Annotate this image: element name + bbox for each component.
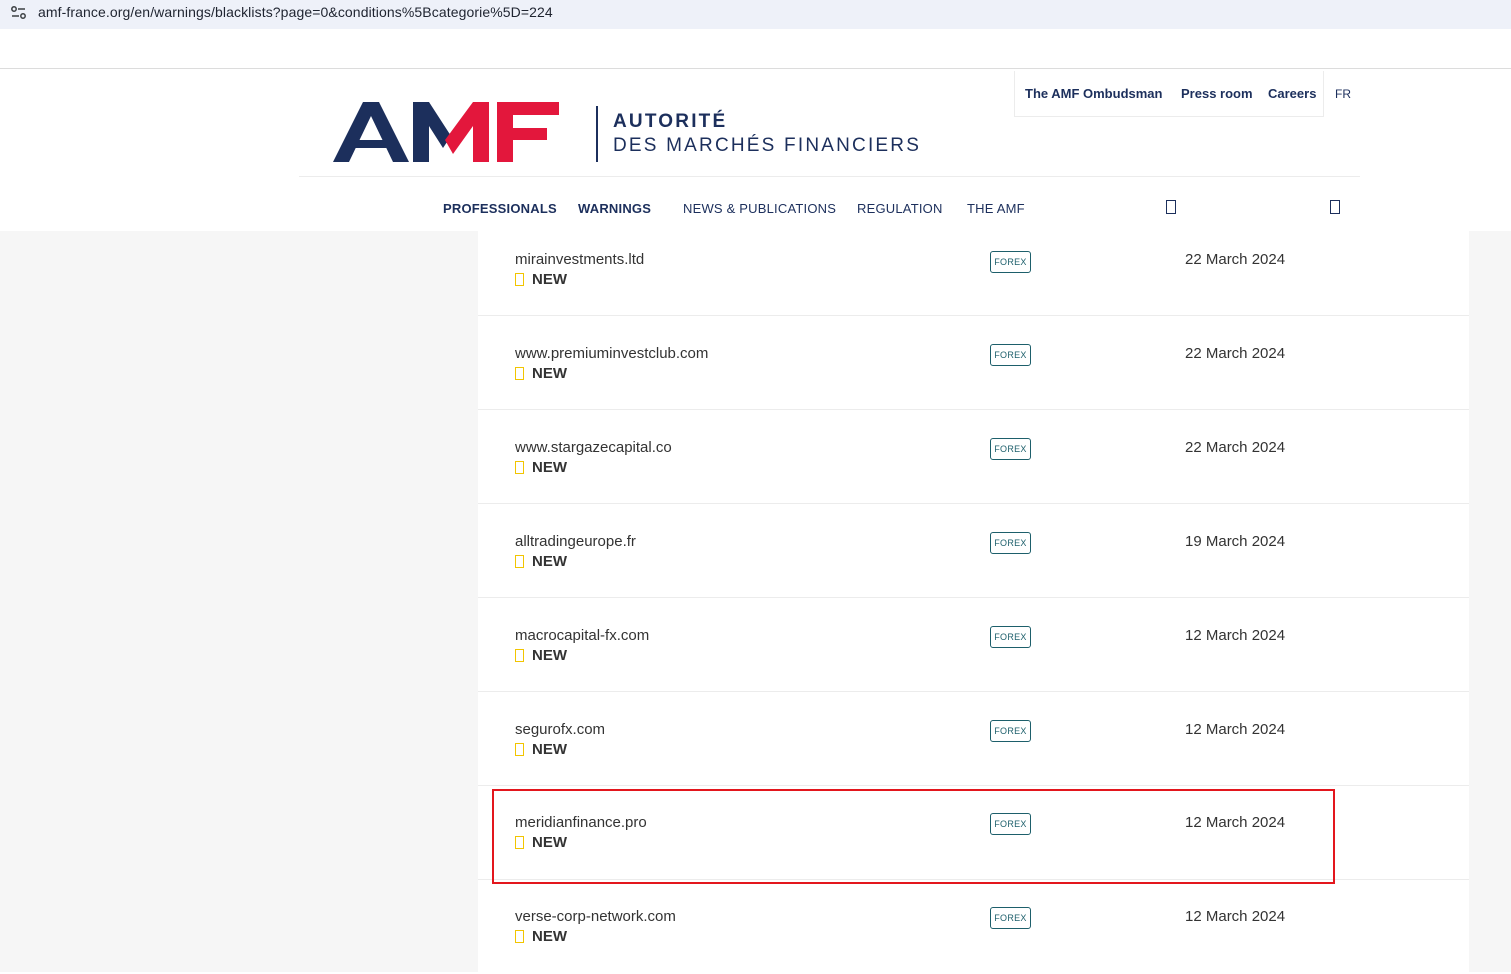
logo-separator xyxy=(596,106,598,162)
list-item[interactable]: www.premiuminvestclub.com NEW FOREX 22 M… xyxy=(478,316,1469,410)
list-item-name[interactable]: macrocapital-fx.com xyxy=(515,627,649,644)
list-item-date: 19 March 2024 xyxy=(1185,533,1286,550)
new-badge: NEW xyxy=(532,928,567,945)
category-tag: FOREX xyxy=(990,720,1031,742)
browser-toolbar-gap xyxy=(0,29,1511,69)
new-badge: NEW xyxy=(532,459,567,476)
list-item-name[interactable]: alltradingeurope.fr xyxy=(515,533,636,550)
top-link-press-room[interactable]: Press room xyxy=(1181,86,1253,101)
new-badge: NEW xyxy=(532,647,567,664)
list-item-name[interactable]: mirainvestments.ltd xyxy=(515,251,644,268)
top-link-careers[interactable]: Careers xyxy=(1268,86,1316,101)
new-badge: NEW xyxy=(532,741,567,758)
language-switch[interactable]: FR xyxy=(1335,87,1351,101)
nav-regulation[interactable]: REGULATION xyxy=(857,201,943,216)
amf-logo[interactable] xyxy=(333,100,561,162)
header-divider xyxy=(299,176,1360,177)
new-flag-icon xyxy=(515,649,524,662)
list-item[interactable]: www.stargazecapital.co NEW FOREX 22 Marc… xyxy=(478,410,1469,504)
browser-address-bar[interactable]: amf-france.org/en/warnings/blacklists?pa… xyxy=(0,0,1511,29)
category-tag: FOREX xyxy=(990,626,1031,648)
top-link-ombudsman[interactable]: The AMF Ombudsman xyxy=(1025,86,1162,101)
list-item[interactable]: segurofx.com NEW FOREX 12 March 2024 xyxy=(478,692,1469,786)
list-item-name[interactable]: verse-corp-network.com xyxy=(515,908,676,925)
menu-icon[interactable] xyxy=(1330,200,1340,214)
logo-text-marches: DES MARCHÉS FINANCIERS xyxy=(613,135,922,156)
category-tag: FOREX xyxy=(990,532,1031,554)
url-text[interactable]: amf-france.org/en/warnings/blacklists?pa… xyxy=(38,4,553,20)
list-item-name[interactable]: www.premiuminvestclub.com xyxy=(515,345,708,362)
list-item[interactable]: alltradingeurope.fr NEW FOREX 19 March 2… xyxy=(478,504,1469,598)
list-item[interactable]: macrocapital-fx.com NEW FOREX 12 March 2… xyxy=(478,598,1469,692)
new-flag-icon xyxy=(515,743,524,756)
list-item-date: 22 March 2024 xyxy=(1185,439,1286,456)
list-item-date: 22 March 2024 xyxy=(1185,345,1286,362)
nav-news-publications[interactable]: NEWS & PUBLICATIONS xyxy=(683,201,836,216)
new-flag-icon xyxy=(515,461,524,474)
new-flag-icon xyxy=(515,273,524,286)
left-sidebar-area xyxy=(0,231,478,972)
list-item[interactable]: verse-corp-network.com NEW FOREX 12 Marc… xyxy=(478,880,1469,974)
list-item[interactable]: mirainvestments.ltd NEW FOREX 22 March 2… xyxy=(478,222,1469,316)
new-badge: NEW xyxy=(532,271,567,288)
new-flag-icon xyxy=(515,367,524,380)
category-tag: FOREX xyxy=(990,907,1031,929)
right-margin-area xyxy=(1469,231,1511,972)
site-settings-icon[interactable] xyxy=(10,5,28,21)
list-item-name[interactable]: segurofx.com xyxy=(515,721,605,738)
list-item-date: 12 March 2024 xyxy=(1185,721,1286,738)
category-tag: FOREX xyxy=(990,251,1031,273)
new-badge: NEW xyxy=(532,553,567,570)
category-tag: FOREX xyxy=(990,438,1031,460)
new-flag-icon xyxy=(515,930,524,943)
list-item-date: 12 March 2024 xyxy=(1185,627,1286,644)
list-item-date: 22 March 2024 xyxy=(1185,251,1286,268)
list-item-date: 12 March 2024 xyxy=(1185,908,1286,925)
logo-text-autorite: AUTORITÉ xyxy=(613,111,728,132)
nav-the-amf[interactable]: THE AMF xyxy=(967,201,1025,216)
nav-professionals[interactable]: PROFESSIONALS xyxy=(443,201,557,216)
new-flag-icon xyxy=(515,555,524,568)
new-badge: NEW xyxy=(532,365,567,382)
category-tag: FOREX xyxy=(990,344,1031,366)
list-item-name[interactable]: www.stargazecapital.co xyxy=(515,439,672,456)
search-icon[interactable] xyxy=(1166,200,1176,214)
highlight-box xyxy=(492,789,1335,884)
nav-warnings[interactable]: WARNINGS xyxy=(578,201,651,216)
